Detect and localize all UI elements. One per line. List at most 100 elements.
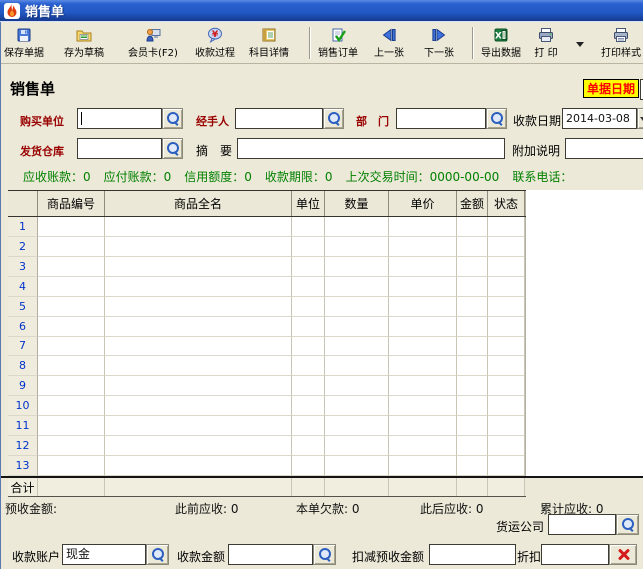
discount-clear-button[interactable] [609, 544, 637, 565]
grid-cell[interactable] [105, 396, 292, 416]
row-number[interactable]: 13 [8, 456, 38, 476]
handler-lookup-button[interactable] [323, 108, 344, 129]
grid-cell[interactable] [488, 217, 525, 237]
grid-cell[interactable] [105, 436, 292, 456]
payment-account-lookup-button[interactable] [146, 544, 169, 565]
payment-process-button[interactable]: ¥ 收款过程 [191, 26, 239, 62]
grid-cell[interactable] [105, 376, 292, 396]
grid-cell[interactable] [325, 356, 389, 376]
extra-note-input[interactable] [565, 138, 643, 159]
grid-cell[interactable] [389, 436, 457, 456]
grid-cell[interactable] [488, 376, 525, 396]
grid-cell[interactable] [38, 257, 105, 277]
grid-cell[interactable] [488, 436, 525, 456]
table-row[interactable]: 1 [8, 217, 526, 237]
grid-cell[interactable] [389, 277, 457, 297]
payment-account-input[interactable]: 现金 [62, 544, 146, 565]
grid-cell[interactable] [292, 317, 325, 337]
grid-cell[interactable] [389, 376, 457, 396]
grid-cell[interactable] [38, 436, 105, 456]
grid-cell[interactable] [292, 436, 325, 456]
grid-cell[interactable] [292, 297, 325, 317]
grid-cell[interactable] [389, 337, 457, 357]
column-header-2[interactable]: 商品全名 [105, 191, 292, 216]
warehouse-input[interactable] [77, 138, 162, 159]
row-number[interactable]: 1 [8, 217, 38, 237]
grid-cell[interactable] [105, 297, 292, 317]
row-number[interactable]: 3 [8, 257, 38, 277]
grid-cell[interactable] [488, 257, 525, 277]
grid-cell[interactable] [457, 376, 488, 396]
grid-cell[interactable] [292, 416, 325, 436]
grid-cell[interactable] [325, 436, 389, 456]
grid-cell[interactable] [292, 277, 325, 297]
grid-cell[interactable] [292, 376, 325, 396]
grid-cell[interactable] [488, 237, 525, 257]
grid-cell[interactable] [292, 337, 325, 357]
grid-cell[interactable] [325, 277, 389, 297]
grid-cell[interactable] [105, 317, 292, 337]
grid-cell[interactable] [292, 237, 325, 257]
column-header-5[interactable]: 单价 [389, 191, 457, 216]
grid-cell[interactable] [389, 456, 457, 476]
next-button[interactable]: 下一张 [419, 26, 459, 62]
grid-cell[interactable] [457, 436, 488, 456]
grid-cell[interactable] [457, 217, 488, 237]
grid-cell[interactable] [325, 237, 389, 257]
member-card-button[interactable]: 会员卡(F2) [122, 26, 184, 62]
grid-cell[interactable] [389, 317, 457, 337]
grid-cell[interactable] [38, 416, 105, 436]
grid-cell[interactable] [389, 416, 457, 436]
table-row[interactable]: 8 [8, 356, 526, 376]
deduct-prepaid-input[interactable] [429, 544, 516, 565]
save-button[interactable]: 保存单据 [1, 26, 47, 62]
grid-cell[interactable] [389, 396, 457, 416]
grid-cell[interactable] [488, 356, 525, 376]
grid-cell[interactable] [292, 217, 325, 237]
discount-input[interactable] [541, 544, 609, 565]
grid-cell[interactable] [488, 317, 525, 337]
grid-cell[interactable] [457, 277, 488, 297]
row-number[interactable]: 4 [8, 277, 38, 297]
grid-cell[interactable] [488, 456, 525, 476]
column-header-7[interactable]: 状态 [488, 191, 525, 216]
table-row[interactable]: 11 [8, 416, 526, 436]
row-number[interactable]: 9 [8, 376, 38, 396]
payment-amount-input[interactable] [228, 544, 313, 565]
grid-cell[interactable] [105, 237, 292, 257]
grid-cell[interactable] [389, 356, 457, 376]
grid-cell[interactable] [457, 237, 488, 257]
grid-cell[interactable] [325, 456, 389, 476]
grid-cell[interactable] [292, 456, 325, 476]
grid-cell[interactable] [38, 217, 105, 237]
grid-cell[interactable] [105, 217, 292, 237]
department-input[interactable] [396, 108, 486, 129]
grid-cell[interactable] [488, 277, 525, 297]
export-data-button[interactable]: X 导出数据 [478, 26, 524, 62]
grid-cell[interactable] [389, 257, 457, 277]
column-header-1[interactable]: 商品编号 [38, 191, 105, 216]
grid-cell[interactable] [325, 376, 389, 396]
grid-cell[interactable] [38, 297, 105, 317]
table-row[interactable]: 13 [8, 456, 526, 476]
grid-cell[interactable] [38, 317, 105, 337]
grid-cell[interactable] [457, 257, 488, 277]
row-number[interactable]: 5 [8, 297, 38, 317]
grid-cell[interactable] [105, 356, 292, 376]
grid-cell[interactable] [325, 337, 389, 357]
save-draft-button[interactable]: 存为草稿 [61, 26, 107, 62]
grid-cell[interactable] [325, 257, 389, 277]
grid-cell[interactable] [105, 416, 292, 436]
grid-cell[interactable] [38, 277, 105, 297]
grid-cell[interactable] [488, 297, 525, 317]
grid-cell[interactable] [292, 356, 325, 376]
print-dropdown-caret[interactable] [576, 42, 584, 47]
receipt-date-dropdown[interactable] [637, 108, 643, 129]
grid-cell[interactable] [292, 257, 325, 277]
row-number[interactable]: 8 [8, 356, 38, 376]
receipt-date-input[interactable]: 2014-03-08 [562, 108, 637, 129]
row-number[interactable]: 2 [8, 237, 38, 257]
warehouse-lookup-button[interactable] [162, 138, 183, 159]
print-style-button[interactable]: 打印样式 [598, 26, 643, 62]
grid-cell[interactable] [105, 257, 292, 277]
